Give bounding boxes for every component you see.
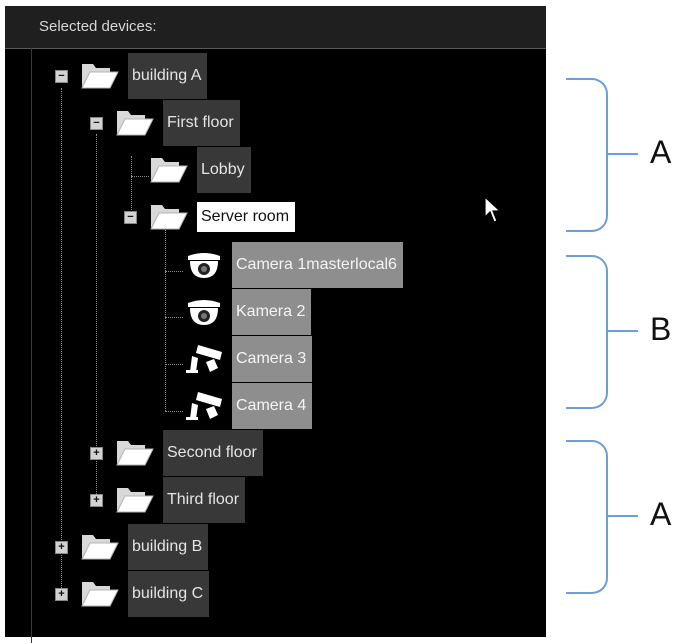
tree-node-building-c[interactable]: + building C [0, 571, 300, 617]
tree-node-server-room[interactable]: − Server room [0, 194, 340, 240]
tree-node-second-floor[interactable]: + Second floor [0, 430, 300, 476]
mouse-cursor-icon [484, 196, 502, 223]
dome-camera-icon [184, 248, 224, 280]
tree-node-label[interactable]: building C [128, 571, 210, 617]
bullet-camera-icon [184, 342, 224, 374]
tree-node-camera-3[interactable]: Camera 3 [0, 336, 340, 382]
annotation-bracket-tick [606, 153, 638, 155]
expand-toggle[interactable]: + [90, 447, 103, 460]
tree-node-label[interactable]: First floor [163, 100, 240, 146]
folder-icon [80, 59, 120, 91]
tree-node-label[interactable]: Server room [197, 202, 296, 232]
tree-node-label[interactable]: building A [128, 53, 208, 99]
expand-toggle[interactable]: + [55, 588, 68, 601]
annotation-bracket [566, 78, 608, 232]
expand-toggle[interactable]: + [55, 541, 68, 554]
folder-icon [149, 153, 189, 185]
tree-node-building-b[interactable]: + building B [0, 524, 300, 570]
annotation-label: B [650, 311, 672, 347]
tree-node-label[interactable]: Kamera 2 [232, 289, 312, 335]
annotation-bracket-tick [606, 330, 638, 332]
expand-toggle[interactable]: + [90, 494, 103, 507]
annotation-label: A [650, 134, 672, 170]
folder-icon [115, 436, 155, 468]
annotation-bracket [566, 255, 608, 409]
folder-icon [149, 200, 189, 232]
tree-node-building-a[interactable]: − building A [0, 53, 300, 99]
tree-node-kamera-2[interactable]: Kamera 2 [0, 289, 340, 335]
annotation-label: A [650, 496, 672, 532]
collapse-toggle[interactable]: − [55, 70, 68, 83]
tree-node-lobby[interactable]: Lobby [0, 147, 300, 193]
tree-node-label[interactable]: Second floor [163, 430, 263, 476]
tree-node-third-floor[interactable]: + Third floor [0, 477, 300, 523]
annotation-bracket-tick [606, 515, 638, 517]
bullet-camera-icon [184, 389, 224, 421]
tree-node-label[interactable]: Camera 1masterlocal6 [232, 242, 403, 288]
tree-node-label[interactable]: Camera 3 [232, 336, 313, 382]
tree-node-label[interactable]: building B [128, 524, 209, 570]
collapse-toggle[interactable]: − [124, 211, 137, 224]
annotation-bracket [566, 440, 608, 594]
tree-node-camera-4[interactable]: Camera 4 [0, 383, 340, 429]
tree-node-first-floor[interactable]: − First floor [0, 100, 300, 146]
tree-node-label[interactable]: Third floor [163, 477, 246, 523]
folder-icon [80, 577, 120, 609]
tree-node-label[interactable]: Camera 4 [232, 383, 313, 429]
folder-icon [80, 530, 120, 562]
tree-node-label[interactable]: Lobby [197, 147, 251, 193]
dome-camera-icon [184, 295, 224, 327]
tree-node-camera-1[interactable]: Camera 1masterlocal6 [0, 242, 440, 288]
folder-icon [115, 483, 155, 515]
folder-icon [115, 106, 155, 138]
collapse-toggle[interactable]: − [90, 117, 103, 130]
panel-title: Selected devices: [39, 18, 157, 35]
panel-header: Selected devices: [5, 6, 546, 49]
